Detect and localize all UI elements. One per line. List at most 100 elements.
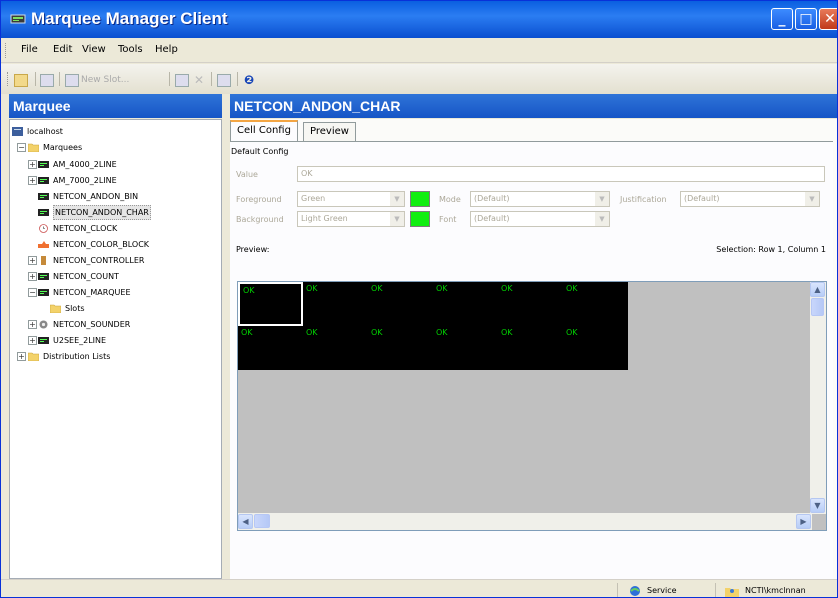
- expand-icon[interactable]: +: [17, 352, 26, 361]
- expand-icon[interactable]: +: [28, 176, 37, 185]
- expand-icon[interactable]: +: [28, 160, 37, 169]
- speaker-icon: [39, 320, 48, 329]
- title-bar[interactable]: Marquee Manager Client _ □ ✕: [1, 1, 837, 38]
- menu-edit[interactable]: Edit: [53, 44, 72, 55]
- minimize-button[interactable]: _: [771, 8, 793, 30]
- preview-cell[interactable]: OK: [433, 326, 498, 370]
- expand-icon[interactable]: +: [28, 256, 37, 265]
- scroll-left-button[interactable]: ◀: [238, 514, 253, 529]
- marquee-preview-grid[interactable]: OK OK OK OK OK OK OK OK OK OK OK OK: [238, 282, 628, 370]
- tree-node-netcon-count[interactable]: NETCON_COUNT: [38, 270, 119, 283]
- app-icon: [10, 14, 26, 24]
- marquee-tree[interactable]: localhost − Marquees + AM_4000_2LINE + AM_7…: [9, 119, 222, 579]
- horizontal-scroll-thumb[interactable]: [254, 514, 270, 528]
- service-icon: [630, 585, 640, 596]
- value-field[interactable]: OK: [297, 166, 825, 182]
- user-status: NCTI\kmclnnan: [725, 583, 806, 597]
- properties-button[interactable]: [217, 72, 233, 88]
- preview-canvas[interactable]: OK OK OK OK OK OK OK OK OK OK OK OK ▲ ▼ ◀ ▶: [237, 281, 827, 531]
- scroll-right-button[interactable]: ▶: [796, 514, 811, 529]
- tree-label: U2SEE_2LINE: [53, 336, 107, 345]
- preview-cell[interactable]: OK: [563, 326, 628, 370]
- tree-node-am-7000-2line[interactable]: AM_7000_2LINE: [38, 174, 117, 187]
- tree-node-netcon-andon-bin[interactable]: NETCON_ANDON_BIN: [38, 190, 138, 203]
- tree-node-slots[interactable]: Slots: [50, 302, 85, 315]
- tree-node-marquees[interactable]: Marquees: [28, 141, 82, 154]
- menu-tools[interactable]: Tools: [118, 44, 143, 55]
- led-sign-icon: [38, 289, 49, 296]
- preview-cell[interactable]: OK: [238, 326, 303, 370]
- maximize-button[interactable]: □: [795, 8, 817, 30]
- preview-cell[interactable]: OK: [433, 282, 498, 326]
- value-label: Value: [236, 170, 258, 179]
- foreground-color-swatch[interactable]: [410, 191, 430, 207]
- tree-label: Slots: [65, 304, 85, 313]
- scroll-up-button[interactable]: ▲: [810, 282, 825, 297]
- new-slot-icon: [65, 73, 79, 87]
- tree-node-u2see-2line[interactable]: U2SEE_2LINE: [38, 334, 106, 347]
- tree-node-distribution-lists[interactable]: Distribution Lists: [28, 350, 110, 363]
- vertical-scrollbar[interactable]: ▲ ▼: [810, 282, 826, 514]
- background-value: Light Green: [301, 214, 348, 223]
- mode-value: (Default): [474, 194, 510, 203]
- close-button[interactable]: ✕: [819, 8, 837, 30]
- font-select[interactable]: (Default) ▼: [470, 211, 610, 227]
- delete-button[interactable]: ✕: [194, 72, 204, 88]
- service-label: Service: [647, 586, 677, 595]
- folder-icon: [28, 352, 39, 361]
- preview-cell[interactable]: OK: [498, 326, 563, 370]
- tree-node-am-4000-2line[interactable]: AM_4000_2LINE: [38, 158, 117, 171]
- preview-cell[interactable]: OK: [498, 282, 563, 326]
- new-slot-button[interactable]: New Slot...: [65, 72, 129, 88]
- tree-label: AM_7000_2LINE: [53, 176, 117, 185]
- justification-select[interactable]: (Default) ▼: [680, 191, 820, 207]
- preview-cell[interactable]: OK: [303, 282, 368, 326]
- tree-label: NETCON_CLOCK: [53, 224, 118, 233]
- expand-icon[interactable]: +: [28, 320, 37, 329]
- preview-cell[interactable]: OK: [368, 326, 433, 370]
- tree-node-netcon-marquee[interactable]: NETCON_MARQUEE: [38, 286, 131, 299]
- save-icon: [40, 73, 54, 87]
- user-label: NCTI\kmclnnan: [745, 586, 806, 595]
- preview-cell-selected[interactable]: OK: [238, 282, 303, 326]
- horizontal-scrollbar[interactable]: ◀ ▶: [238, 513, 812, 530]
- tree-node-netcon-andon-char[interactable]: NETCON_ANDON_CHAR: [38, 205, 151, 220]
- about-button[interactable]: ❷: [244, 72, 254, 88]
- menu-file[interactable]: File: [21, 44, 38, 55]
- expand-icon[interactable]: +: [28, 336, 37, 345]
- tab-preview[interactable]: Preview: [303, 122, 356, 141]
- tree-label: NETCON_SOUNDER: [53, 320, 131, 329]
- vertical-scroll-thumb[interactable]: [811, 298, 824, 316]
- tree-label: NETCON_ANDON_CHAR: [53, 205, 151, 220]
- scroll-down-button[interactable]: ▼: [810, 498, 825, 513]
- preview-cell[interactable]: OK: [563, 282, 628, 326]
- tree-node-netcon-sounder[interactable]: NETCON_SOUNDER: [38, 318, 130, 331]
- tree-label: NETCON_CONTROLLER: [53, 256, 145, 265]
- background-select[interactable]: Light Green ▼: [297, 211, 405, 227]
- led-sign-icon: [38, 177, 49, 184]
- tree-node-netcon-clock[interactable]: NETCON_CLOCK: [38, 222, 117, 235]
- tree-node-localhost[interactable]: localhost: [12, 125, 63, 138]
- right-pane-title: NETCON_ANDON_CHAR: [230, 94, 837, 118]
- tab-cell-config[interactable]: Cell Config: [230, 120, 298, 141]
- preview-cell[interactable]: OK: [303, 326, 368, 370]
- save-button[interactable]: [40, 72, 56, 88]
- menu-grip: [5, 43, 8, 58]
- close-icon: ✕: [824, 11, 836, 27]
- open-button[interactable]: [14, 72, 30, 88]
- justification-value: (Default): [684, 194, 720, 203]
- preview-cell[interactable]: OK: [368, 282, 433, 326]
- menu-help[interactable]: Help: [155, 44, 178, 55]
- folder-icon: [50, 304, 61, 313]
- edit-button[interactable]: [175, 72, 191, 88]
- expand-icon[interactable]: +: [28, 272, 37, 281]
- mode-select[interactable]: (Default) ▼: [470, 191, 610, 207]
- tree-node-netcon-color-block[interactable]: NETCON_COLOR_BLOCK: [38, 238, 149, 251]
- collapse-icon[interactable]: −: [17, 143, 26, 152]
- foreground-select[interactable]: Green ▼: [297, 191, 405, 207]
- collapse-icon[interactable]: −: [28, 288, 37, 297]
- background-color-swatch[interactable]: [410, 211, 430, 227]
- tree-node-netcon-controller[interactable]: NETCON_CONTROLLER: [38, 254, 144, 267]
- menu-view[interactable]: View: [82, 44, 106, 55]
- status-divider: [715, 583, 716, 597]
